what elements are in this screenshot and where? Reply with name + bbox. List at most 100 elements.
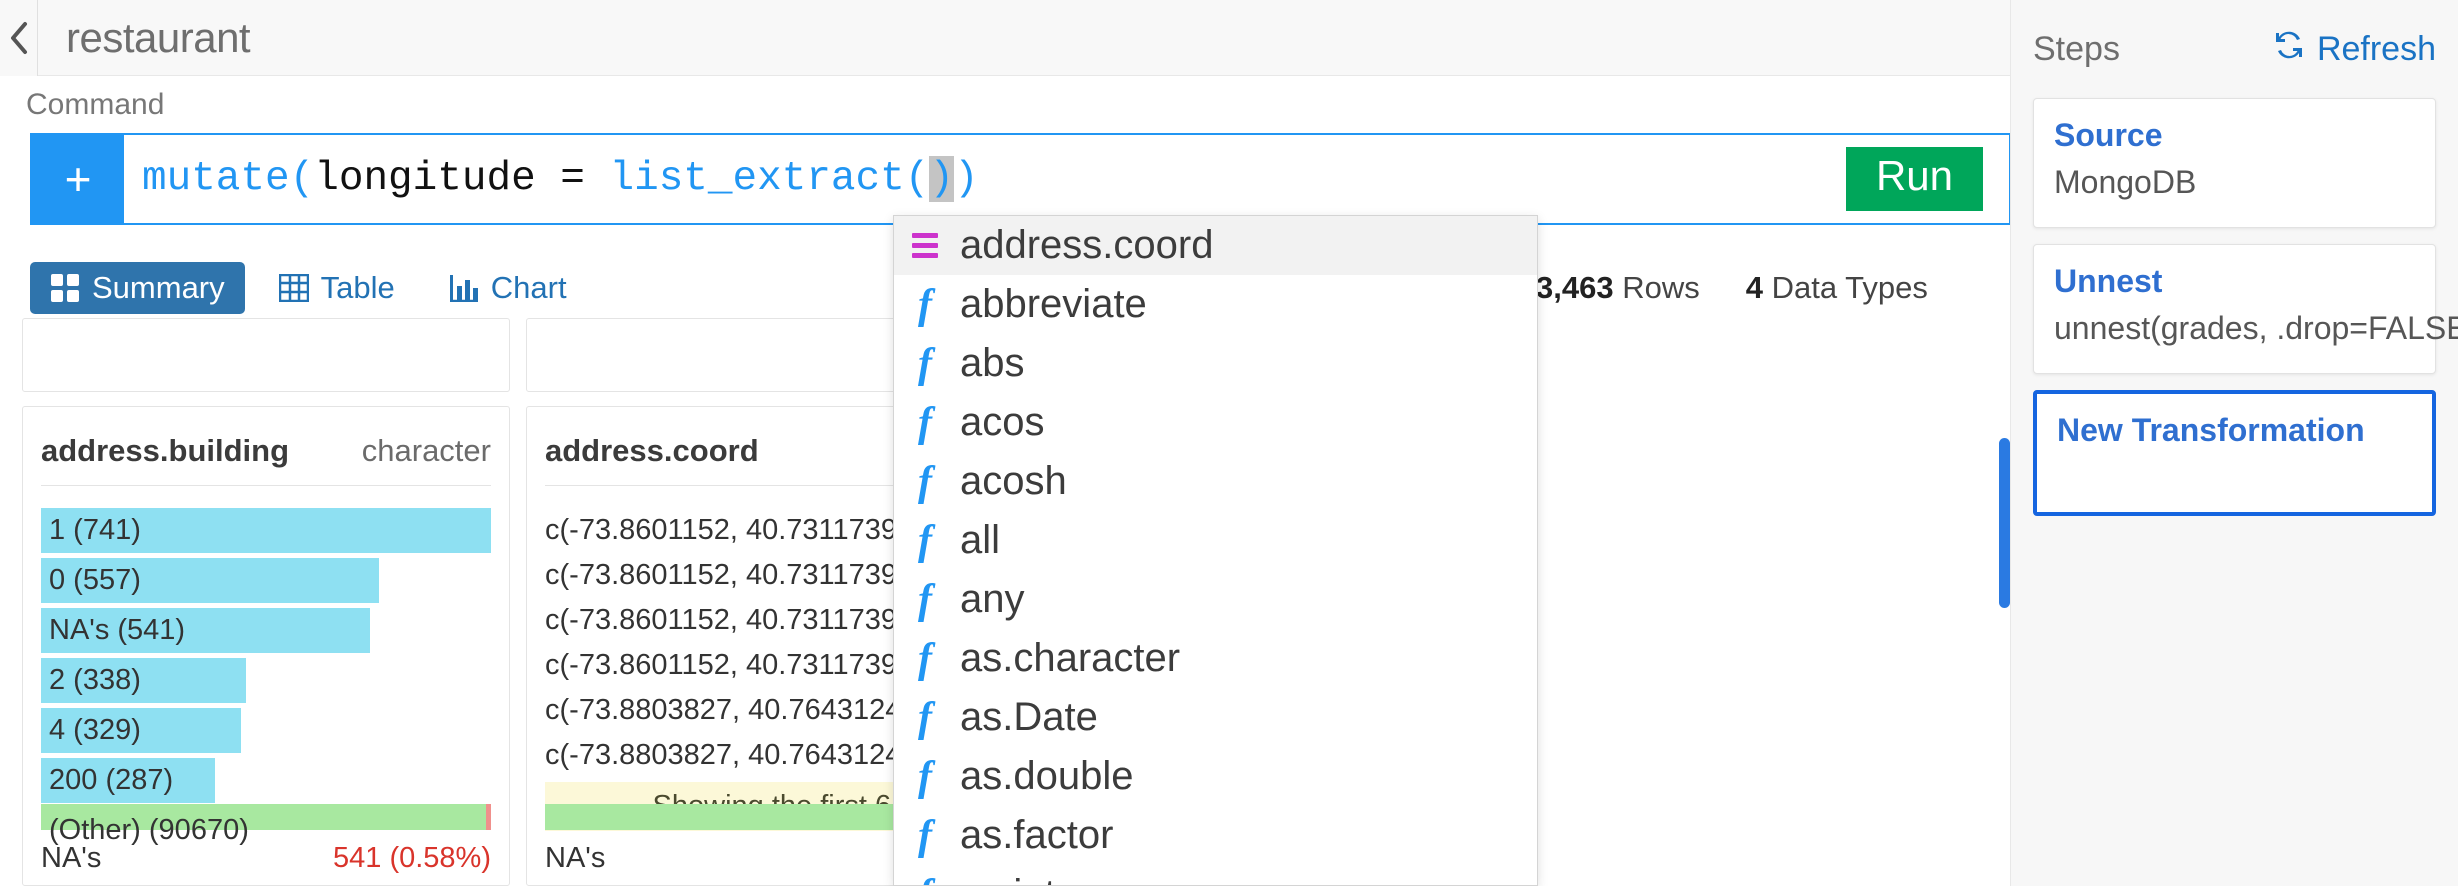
autocomplete-item-label: all [960,518,1001,562]
plus-icon: + [64,153,92,205]
frequency-bars: 1 (741) 0 (557) NA's (541) 2 (338) 4 (32… [41,486,491,853]
bar-row: 2 (338) [41,658,491,703]
autocomplete-item-label: as.factor [960,813,1114,857]
bar-row: 4 (329) [41,708,491,753]
function-icon: f [918,281,932,328]
tab-chart-label: Chart [490,270,567,305]
autocomplete-item-label: as.integer [960,872,1136,885]
autocomplete-item-as-integer[interactable]: f as.integer [894,865,1537,886]
bar-row: 1 (741) [41,508,491,553]
bar-row: NA's (541) [41,608,491,653]
column-type: character [361,433,491,468]
command-token-open: ( [289,156,315,202]
autocomplete-item-any[interactable]: f any [894,570,1537,629]
step-card-new-transformation[interactable]: New Transformation [2033,390,2436,516]
summary-column-building: address.building character 1 (741) 0 (55… [22,318,510,886]
page-title: restaurant [66,13,251,61]
list-field-icon [912,233,938,258]
bar-row: 200 (287) [41,758,491,803]
column-name: address.coord [545,433,759,468]
step-description: unnest(grades, .drop=FALSE) [2054,310,2458,346]
autocomplete-item-label: as.double [960,754,1134,798]
command-token-arg: longitude [314,156,536,202]
command-input[interactable]: mutate(longitude = list_extract()) [124,135,1846,223]
autocomplete-item-label: acos [960,400,1045,444]
view-tabs: Summary Table Chart [30,260,587,316]
stats-types-label: Data Types [1771,270,1928,305]
autocomplete-item-label: acosh [960,459,1067,503]
table-icon [278,274,309,302]
summary-scrollbar[interactable] [1999,318,2010,886]
add-command-button[interactable]: + [32,135,124,223]
function-icon: f [918,517,932,564]
autocomplete-item-as-character[interactable]: f as.character [894,629,1537,688]
autocomplete-item-address-coord[interactable]: address.coord [894,216,1537,275]
function-icon: f [918,694,932,741]
autocomplete-item-acosh[interactable]: f acosh [894,452,1537,511]
steps-header: Steps Refresh [2033,0,2436,98]
autocomplete-dropdown[interactable]: address.coord f abbreviate f abs f acos … [893,215,1538,886]
scrollbar-thumb[interactable] [1999,438,2010,608]
step-name: Source [2054,117,2163,153]
autocomplete-item-label: address.coord [960,223,1214,267]
autocomplete-item-label: abs [960,341,1025,385]
function-icon: f [918,812,932,859]
bar-label: 200 (287) [49,764,174,796]
tab-table-label: Table [320,270,395,305]
step-card-unnest[interactable]: Unnest unnest(grades, .drop=FALSE) [2033,244,2458,374]
tab-summary[interactable]: Summary [30,262,245,314]
function-icon: f [918,753,932,800]
stats-rows: 93,463 Rows [1519,270,1700,306]
bar-label: 4 (329) [49,714,141,746]
bar-label: 1 (741) [49,514,141,546]
function-icon: f [918,635,932,682]
bar-label: 2 (338) [49,664,141,696]
autocomplete-item-label: as.Date [960,695,1098,739]
na-value: 541 (0.58%) [333,842,491,874]
na-label: NA's [545,842,606,874]
text-caret: ) [929,156,954,202]
autocomplete-item-as-factor[interactable]: f as.factor [894,806,1537,865]
stats-rows-label: Rows [1622,270,1700,305]
column-card-address-building[interactable]: address.building character 1 (741) 0 (55… [22,406,510,886]
column-name: address.building [41,433,290,468]
autocomplete-item-as-date[interactable]: f as.Date [894,688,1537,747]
stats-types-value: 4 [1745,270,1763,305]
autocomplete-item-abbreviate[interactable]: f abbreviate [894,275,1537,334]
command-token-close: ) [953,156,979,202]
tab-summary-label: Summary [92,270,225,305]
steps-title: Steps [2033,29,2120,68]
run-button[interactable]: Run [1845,146,1983,212]
bar-chart-icon [449,274,479,302]
refresh-label: Refresh [2316,29,2436,68]
refresh-button[interactable]: Refresh [2273,29,2436,70]
autocomplete-item-label: abbreviate [960,282,1147,326]
command-token-fn: mutate [142,156,290,202]
column-header: address.building character [41,407,491,486]
steps-panel: Steps Refresh Source MongoDB Unnest unne… [2010,0,2458,886]
command-label: Command [26,88,165,121]
grid-squares-icon [50,273,80,303]
bar-label: (Other) (90670) [49,814,249,846]
tab-chart[interactable]: Chart [429,262,587,314]
bar-label: NA's (541) [49,614,186,646]
refresh-icon [2273,29,2305,70]
partial-card-left [22,318,510,392]
autocomplete-item-all[interactable]: f all [894,511,1537,570]
stats-types: 4 Data Types [1746,270,1928,306]
function-icon: f [918,340,932,387]
step-description: MongoDB [2054,164,2197,200]
autocomplete-item-as-double[interactable]: f as.double [894,747,1537,806]
command-token-eq: = [535,156,610,202]
step-card-source[interactable]: Source MongoDB [2033,98,2436,228]
autocomplete-item-acos[interactable]: f acos [894,393,1537,452]
command-row: + mutate(longitude = list_extract()) Run [30,133,2011,225]
bar-row: 0 (557) [41,558,491,603]
tab-table[interactable]: Table [259,262,415,314]
chevron-left-icon [9,21,29,55]
back-button[interactable] [0,0,38,76]
autocomplete-item-abs[interactable]: f abs [894,334,1537,393]
app-root: restaurant Command + mutate(longitude = … [0,0,2458,886]
function-icon: f [918,458,932,505]
function-icon: f [918,576,932,623]
